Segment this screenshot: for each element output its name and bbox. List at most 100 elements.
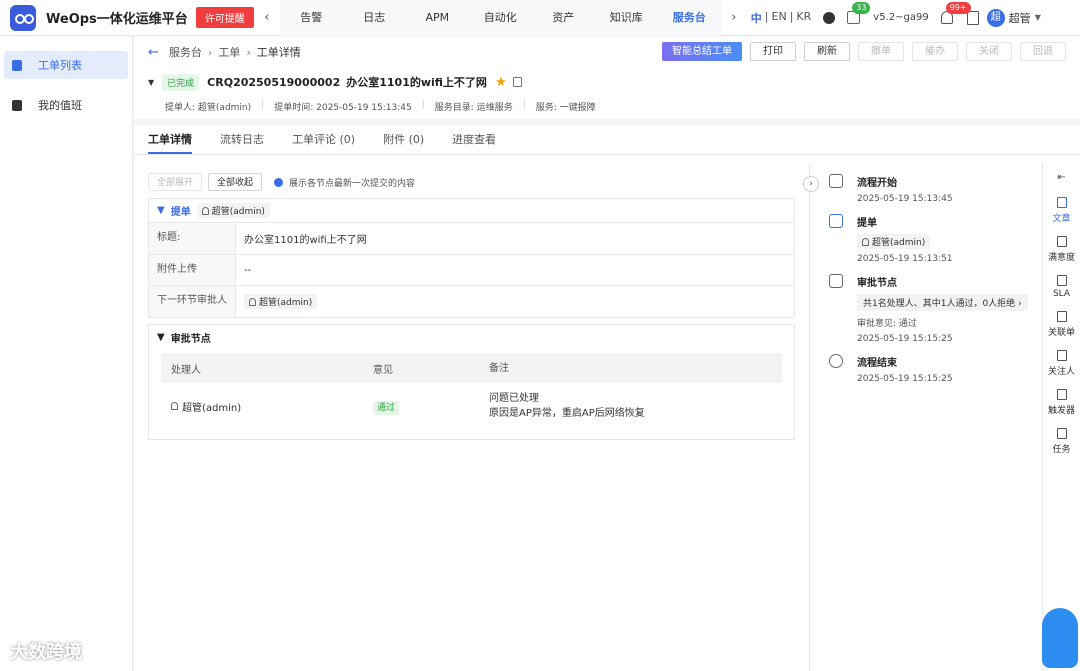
nav-next-icon[interactable]: › [727,10,741,25]
tab-attachments[interactable]: 附件 (0) [383,125,424,154]
refresh-button[interactable]: 刷新 [804,42,850,61]
username[interactable]: 超管 [1009,10,1031,26]
lang-kr[interactable]: KR [796,10,811,26]
satisfaction-icon [1056,236,1067,247]
rail-item-task[interactable]: 任务 [1043,428,1080,455]
user-chip: 超管(admin) [857,234,931,249]
breadcrumb-ticket[interactable]: 工单 [218,44,240,60]
nav-item-assets[interactable]: 资产 [532,0,595,36]
timeline-item-submit: 提单 超管(admin) 2025-05-19 15:13:51 [829,214,1041,264]
collapse-rail-icon[interactable]: ⇤ [1043,172,1080,183]
breadcrumb-current: 工单详情 [256,46,301,59]
urge-button[interactable]: 催办 [912,42,958,61]
nav-item-log[interactable]: 日志 [343,0,406,36]
approval-summary[interactable]: 共1名处理人、其中1人通过，0人拒绝 › [857,294,1028,311]
nav-item-knowledge[interactable]: 知识库 [595,0,658,36]
collapse-all-button[interactable]: 全部收起 [208,173,263,191]
catalog-value: 运维服务 [476,103,513,113]
rollback-button[interactable]: 回退 [1020,42,1066,61]
chevron-down-icon[interactable]: ▼ [1035,13,1041,22]
form-row: 下一环节审批人 超管(admin) [149,286,794,317]
copy-icon[interactable] [512,77,522,87]
note-line: 原因是AP异常，重启AP后网络恢复 [489,408,645,419]
follower-icon [1056,350,1067,361]
withdraw-button[interactable]: 撤单 [858,42,904,61]
ticket-header: ← 服务台 › 工单 › 工单详情 智能总结工单 打印 刷新 撤单 催办 关闭 … [134,37,1080,125]
lang-zh[interactable]: 中 [751,10,762,26]
detail-toolbar: 全部展开 全部收起 展示各节点最新一次提交的内容 [148,172,795,192]
link-icon [1056,311,1067,322]
nav-item-apm[interactable]: APM [406,0,469,36]
service-value: 一键报障 [559,103,596,113]
form-value: 办公室1101的wifi上不了网 [244,235,367,246]
main-panel: ← 服务台 › 工单 › 工单详情 智能总结工单 打印 刷新 撤单 催办 关闭 … [134,37,1080,671]
submit-card-header[interactable]: ▼ 提单 超管(admin) [149,199,794,223]
rail-item-related[interactable]: 关联单 [1043,311,1080,338]
tab-progress[interactable]: 进度查看 [452,125,496,154]
tab-comments[interactable]: 工单评论 (0) [292,125,355,154]
approval-card-title: 审批节点 [170,333,211,345]
time-label: 提单时间: [274,103,314,113]
sidebar-item-my-duty[interactable]: 我的值班 [4,91,128,119]
rail-item-sla[interactable]: SLA [1043,275,1080,299]
language-switcher: 中 | EN | KR [750,9,812,26]
app-brand: WeOps一体化运维平台 [46,12,188,27]
rail-item-followers[interactable]: 关注人 [1043,350,1080,377]
catalog-label: 服务目录: [434,103,474,113]
top-navbar: WeOps一体化运维平台 许可提醒 ‹ 告警 日志 APM 自动化 资产 知识库… [0,0,1080,36]
nav-item-automation[interactable]: 自动化 [469,0,532,36]
submit-card-title: 提单 [170,207,191,218]
hand-icon [829,214,843,228]
license-reminder-button[interactable]: 许可提醒 [195,7,254,28]
star-icon[interactable]: ★ [495,75,507,90]
collapse-triangle-icon[interactable]: ▼ [148,78,154,87]
task-box[interactable]: 33 [847,1,871,25]
timeline-item-end: 流程结束 2025-05-19 15:15:25 [829,354,1041,384]
ai-summary-button[interactable]: 智能总结工单 [662,42,742,61]
nav-item-alert[interactable]: 告警 [280,0,343,36]
sidebar: 工单列表 我的值班 [0,37,133,671]
sla-icon [1056,275,1067,286]
avatar[interactable]: 超 [986,8,1005,27]
form-value: -- [244,264,252,276]
breadcrumb-service-desk[interactable]: 服务台 [169,44,202,60]
version-label[interactable]: v5.2~ga99 [873,12,928,23]
clipboard-icon [12,59,22,71]
ticket-detail-content: 全部展开 全部收起 展示各节点最新一次提交的内容 ▼ 提单 超管(admin) … [134,162,810,671]
tab-flow-log[interactable]: 流转日志 [220,125,264,154]
rail-item-trigger[interactable]: 触发器 [1043,389,1080,416]
flow-timeline: › 流程开始 2025-05-19 15:13:45 提单 超管(admin) … [803,162,1041,671]
notification[interactable]: 99+ [940,1,971,25]
creator-label: 提单人: [165,103,196,113]
collapse-triangle-icon: ▼ [157,205,165,216]
approval-card: ▼ 审批节点 处理人 意见 备注 超管(admin) 通过 问题已处理 原因是A… [148,324,795,440]
nav-item-service-desk[interactable]: 服务台 [658,0,721,36]
form-label: 下一环节审批人 [149,286,236,317]
chevron-right-icon[interactable]: › [803,176,819,192]
trigger-icon [1056,389,1067,400]
expand-all-button[interactable]: 全部展开 [148,173,203,191]
lang-en[interactable]: EN [772,10,787,26]
sidebar-item-label: 我的值班 [38,99,82,112]
assistant-mascot-icon[interactable] [1042,608,1078,668]
rail-item-satisfaction[interactable]: 满意度 [1043,236,1080,263]
article-icon [1056,197,1067,208]
sidebar-item-ticket-list[interactable]: 工单列表 [4,51,128,79]
note-line: 问题已处理 [489,393,539,404]
tab-ticket-detail[interactable]: 工单详情 [148,125,192,154]
rail-item-article[interactable]: 文章 [1043,197,1080,224]
nav-prev-icon[interactable]: ‹ [260,10,274,25]
calendar-icon [12,99,22,111]
opinion-badge: 通过 [373,400,400,415]
close-button[interactable]: 关闭 [966,42,1012,61]
app-logo-icon[interactable] [10,4,36,31]
back-arrow-icon[interactable]: ← [148,45,159,60]
ticket-tabs: 工单详情 流转日志 工单评论 (0) 附件 (0) 进度查看 [134,125,1080,155]
form-value: 超管(admin) [236,286,325,317]
info-icon [274,177,284,187]
theme-toggle-icon[interactable] [823,11,836,24]
status-badge: 已完成 [162,73,200,91]
form-label: 标题: [149,223,236,254]
print-button[interactable]: 打印 [750,42,796,61]
approval-card-header[interactable]: ▼ 审批节点 [149,325,794,349]
